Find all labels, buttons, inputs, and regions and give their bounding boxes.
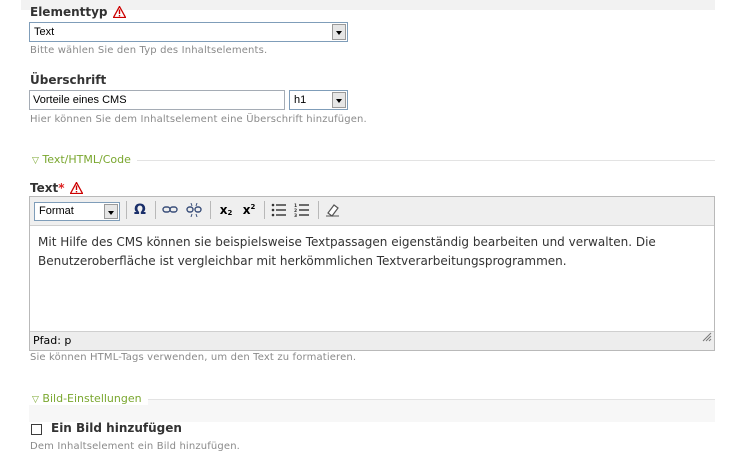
- format-select[interactable]: Format: [34, 202, 120, 221]
- warning-icon: [111, 5, 127, 21]
- subscript-icon[interactable]: x2: [217, 201, 235, 219]
- ueberschrift-input[interactable]: Vorteile eines CMS: [29, 90, 285, 110]
- text-help: Sie können HTML-Tags verwenden, um den T…: [30, 352, 357, 363]
- rich-text-editor: Format Ω x2 x2 123 Mit Hilfe des CMS kön…: [29, 196, 715, 351]
- text-label-row: Text*: [30, 181, 84, 197]
- warning-icon: [68, 181, 84, 197]
- elementtyp-selected-value: Text: [34, 26, 55, 38]
- bild-checkbox-label[interactable]: Ein Bild hinzufügen: [51, 421, 182, 435]
- chevron-down-icon[interactable]: [104, 204, 118, 219]
- ueberschrift-level-select[interactable]: h1: [289, 90, 348, 110]
- section-bild-legend-label: Bild-Einstellungen: [42, 392, 142, 405]
- ueberschrift-label: Überschrift: [30, 73, 107, 87]
- section-text-legend[interactable]: ▽ Text/HTML/Code: [28, 153, 137, 166]
- format-select-label: Format: [39, 205, 74, 217]
- editor-path-bar: Pfad: p: [30, 331, 714, 350]
- elementtyp-help: Bitte wählen Sie den Typ des Inhaltselem…: [30, 45, 268, 56]
- editor-content-line: Mit Hilfe des CMS können sie beispielswe…: [38, 235, 656, 249]
- bild-checkbox[interactable]: [31, 424, 42, 435]
- resize-handle-icon[interactable]: [702, 330, 712, 348]
- ueberschrift-help: Hier können Sie dem Inhaltselement eine …: [30, 114, 367, 125]
- toolbar-separator: [210, 201, 211, 219]
- svg-text:3: 3: [294, 213, 297, 217]
- bullet-list-icon[interactable]: [270, 201, 288, 219]
- section-text-legend-label: Text/HTML/Code: [42, 153, 131, 166]
- chevron-down-icon[interactable]: [332, 92, 346, 108]
- required-mark: *: [58, 181, 65, 195]
- remove-format-icon[interactable]: [324, 201, 342, 219]
- toolbar-separator: [155, 201, 156, 219]
- omega-icon[interactable]: Ω: [131, 201, 149, 219]
- chevron-down-icon[interactable]: [332, 24, 346, 40]
- superscript-icon[interactable]: x2: [240, 201, 258, 219]
- editor-toolbar: Format Ω x2 x2 123: [30, 197, 714, 226]
- editor-content[interactable]: Mit Hilfe des CMS können sie beispielswe…: [38, 233, 706, 271]
- elementtyp-label-row: Elementtyp: [30, 5, 127, 21]
- ueberschrift-level-value: h1: [294, 94, 307, 106]
- link-icon[interactable]: [161, 201, 179, 219]
- triangle-down-icon: ▽: [32, 156, 39, 166]
- editor-content-line: Benutzeroberfläche ist vergleichbar mit …: [38, 254, 567, 268]
- toolbar-separator: [126, 201, 127, 219]
- toolbar-separator: [264, 201, 265, 219]
- elementtyp-label: Elementtyp: [30, 5, 108, 19]
- numbered-list-icon[interactable]: 123: [293, 201, 311, 219]
- elementtyp-select[interactable]: Text: [29, 22, 348, 42]
- unlink-icon[interactable]: [185, 201, 203, 219]
- text-label: Text: [30, 181, 59, 195]
- triangle-down-icon: ▽: [32, 395, 39, 405]
- toolbar-separator: [318, 201, 319, 219]
- bild-help: Dem Inhaltselement ein Bild hinzufügen.: [30, 441, 241, 452]
- editor-path: Pfad: p: [33, 334, 72, 347]
- section-bild-legend[interactable]: ▽ Bild-Einstellungen: [28, 392, 148, 405]
